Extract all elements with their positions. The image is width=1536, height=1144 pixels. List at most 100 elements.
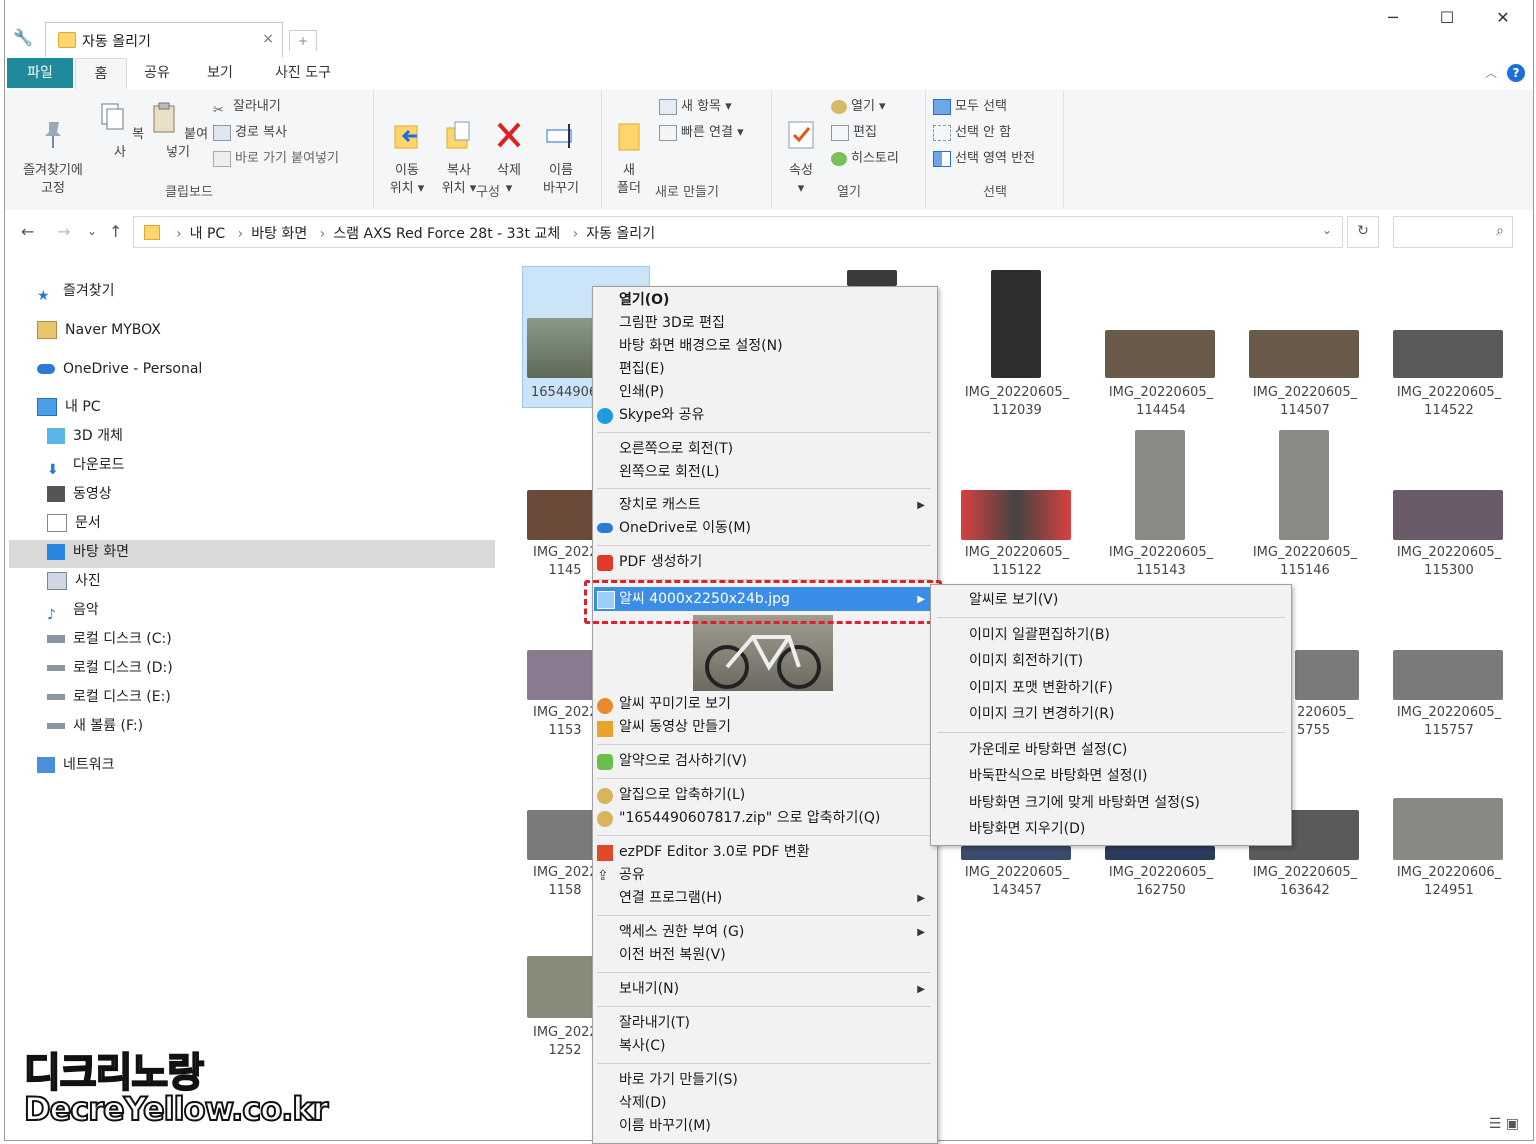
menu-paint3d[interactable]: 그림판 3D로 편집 [619,312,725,334]
submenu-view[interactable]: 알씨로 보기(V) [969,589,1058,611]
nav-item-downloads[interactable]: ⬇ 다운로드 [47,452,125,478]
menu-print[interactable]: 인쇄(P) [619,381,664,403]
nav-item-drive-f[interactable]: 새 볼륨 (F:) [47,713,143,739]
menu-create-pdf[interactable]: PDF 생성하기 [619,551,702,573]
file-name: IMG_20220605_ 115122 [964,545,1070,578]
menu-rotate-left[interactable]: 왼쪽으로 회전(L) [619,461,719,483]
menu-set-background[interactable]: 바탕 화면 배경으로 설정(N) [619,335,783,357]
menu-share[interactable]: 공유 [619,864,645,886]
paste-shortcut-button[interactable]: 바로 가기 붙여넣기 [213,148,339,170]
nav-item-3d-objects[interactable]: 3D 개체 [47,423,123,449]
menu-alyac-scan[interactable]: 알약으로 검사하기(V) [619,750,747,772]
breadcrumb-item[interactable]: 스램 AXS Red Force 28t - 33t 교체 [333,226,560,242]
nav-item-drive-d[interactable]: 로컬 디스크 (D:) [47,655,173,681]
cut-button[interactable]: ✂ 잘라내기 [213,96,281,118]
tab-view[interactable]: 보기 [189,58,251,88]
breadcrumb-item[interactable]: 자동 올리기 [586,226,655,242]
menu-rotate-right[interactable]: 오른쪽으로 회전(T) [619,438,733,460]
new-item-button[interactable]: 새 항목 ▾ [659,96,732,118]
recent-locations-chevron-icon[interactable]: ⌄ [87,224,97,238]
search-input[interactable]: ⌕ [1393,216,1513,248]
copy-button[interactable]: 복사 [95,100,145,162]
paste-button[interactable]: 붙여넣기 [145,100,211,162]
submenu-clear-wallpaper[interactable]: 바탕화면 지우기(D) [969,818,1085,840]
breadcrumb-item[interactable]: 바탕 화면 [251,226,307,242]
nav-item-drive-c[interactable]: 로컬 디스크 (C:) [47,626,172,652]
nav-item-favorites[interactable]: ★ 즐겨찾기 [37,278,115,304]
chevron-up-icon[interactable]: ︿ [1485,64,1497,81]
nav-item-drive-e[interactable]: 로컬 디스크 (E:) [47,684,171,710]
tab-file[interactable]: 파일 [7,58,73,88]
tab-picture-tools[interactable]: 사진 도구 [257,58,349,88]
submenu-tile-wallpaper[interactable]: 바둑판식으로 바탕화면 설정(I) [969,765,1148,787]
wrench-icon[interactable]: 🔧 [13,28,33,47]
maximize-button[interactable]: ☐ [1427,8,1467,27]
invert-selection-button[interactable]: 선택 영역 반전 [933,148,1035,170]
menu-skype-share[interactable]: Skype와 공유 [619,404,704,426]
menu-cast[interactable]: 장치로 캐스트 [619,494,701,516]
nav-item-network[interactable]: 네트워크 [37,752,115,778]
menu-alsee-video[interactable]: 알씨 동영상 만들기 [619,716,731,738]
submenu-fit-wallpaper[interactable]: 바탕화면 크기에 맞게 바탕화면 설정(S) [969,792,1200,814]
menu-cut[interactable]: 잘라내기(T) [619,1012,690,1034]
navigation-bar: ← → ⌄ ↑ › 내 PC › 바탕 화면 › 스램 AXS Red Force 2… [5,210,1533,254]
menu-ezpdf-convert[interactable]: ezPDF Editor 3.0로 PDF 변환 [619,841,810,863]
ribbon-tabs: 파일 홈 공유 보기 사진 도구 ︿ ? [5,58,1533,91]
menu-give-access[interactable]: 액세스 권한 부여 (G) [619,921,744,943]
copy-path-button[interactable]: 경로 복사 [213,122,287,144]
history-button[interactable]: 히스토리 [831,148,899,170]
nav-item-pictures[interactable]: 사진 [47,568,101,594]
menu-alzip-zip[interactable]: "1654490607817.zip" 으로 압축하기(Q) [619,807,880,829]
minimize-button[interactable]: ─ [1373,8,1413,27]
back-arrow-icon[interactable]: ← [21,222,34,241]
thumbnail [1393,330,1503,378]
menu-alsee-decor[interactable]: 알씨 꾸미기로 보기 [619,693,731,715]
up-arrow-icon[interactable]: ↑ [109,222,122,241]
menu-alzip-compress[interactable]: 알집으로 압축하기(L) [619,784,745,806]
tab-home[interactable]: 홈 [75,58,127,90]
breadcrumb-item[interactable]: 내 PC [190,226,226,242]
select-none-button[interactable]: 선택 안 함 [933,122,1011,144]
nav-item-this-pc[interactable]: 내 PC [37,394,101,420]
menu-edit[interactable]: 편집(E) [619,358,665,380]
nav-item-onedrive[interactable]: OneDrive - Personal [37,356,202,382]
new-folder-icon [618,123,640,151]
tab-close-icon[interactable]: × [262,31,274,47]
nav-item-desktop[interactable]: 바탕 화면 [47,539,129,565]
view-mode-icons[interactable]: ☰ ▣ [1489,1116,1519,1132]
open-button[interactable]: 열기 ▾ [831,96,886,118]
menu-rename[interactable]: 이름 바꾸기(M) [619,1115,711,1137]
submenu-resize[interactable]: 이미지 크기 변경하기(R) [969,703,1114,725]
window-tab[interactable]: 자동 올리기 × [45,22,283,57]
forward-arrow-icon[interactable]: → [57,222,70,241]
help-icon[interactable]: ? [1507,64,1525,82]
nav-item-music[interactable]: ♪ 음악 [47,597,99,623]
menu-restore-versions[interactable]: 이전 버전 복원(V) [619,944,726,966]
refresh-button[interactable]: ↻ [1347,216,1379,248]
submenu-rotate[interactable]: 이미지 회전하기(T) [969,650,1083,672]
submenu-batch-edit[interactable]: 이미지 일괄편집하기(B) [969,624,1110,646]
thumbnail [1105,846,1215,860]
tab-share[interactable]: 공유 [129,58,185,88]
menu-send-to[interactable]: 보내기(N) [619,978,679,1000]
nav-item-naver-mybox[interactable]: Naver MYBOX [37,317,161,343]
address-dropdown-icon[interactable]: ⌄ [1322,223,1332,237]
address-bar[interactable]: › 내 PC › 바탕 화면 › 스램 AXS Red Force 28t - 33t… [133,216,1343,248]
menu-delete[interactable]: 삭제(D) [619,1092,666,1114]
close-button[interactable]: ✕ [1483,8,1523,27]
select-all-button[interactable]: 모두 선택 [933,96,1007,118]
thumbnail [527,650,597,700]
submenu-center-wallpaper[interactable]: 가운데로 바탕화면 설정(C) [969,739,1127,761]
menu-create-shortcut[interactable]: 바로 가기 만들기(S) [619,1069,738,1091]
new-tab-button[interactable]: + [289,30,317,51]
menu-open-with[interactable]: 연결 프로그램(H) [619,887,722,909]
submenu-format-convert[interactable]: 이미지 포맷 변환하기(F) [969,677,1113,699]
nav-item-videos[interactable]: 동영상 [47,481,112,507]
search-icon: ⌕ [1496,223,1504,239]
menu-open[interactable]: 열기(O) [619,289,669,311]
edit-button[interactable]: 편집 [831,122,877,144]
easy-access-button[interactable]: 빠른 연결 ▾ [659,122,744,144]
menu-copy[interactable]: 복사(C) [619,1035,665,1057]
menu-onedrive-move[interactable]: OneDrive로 이동(M) [619,517,751,539]
nav-item-documents[interactable]: 문서 [47,510,101,536]
